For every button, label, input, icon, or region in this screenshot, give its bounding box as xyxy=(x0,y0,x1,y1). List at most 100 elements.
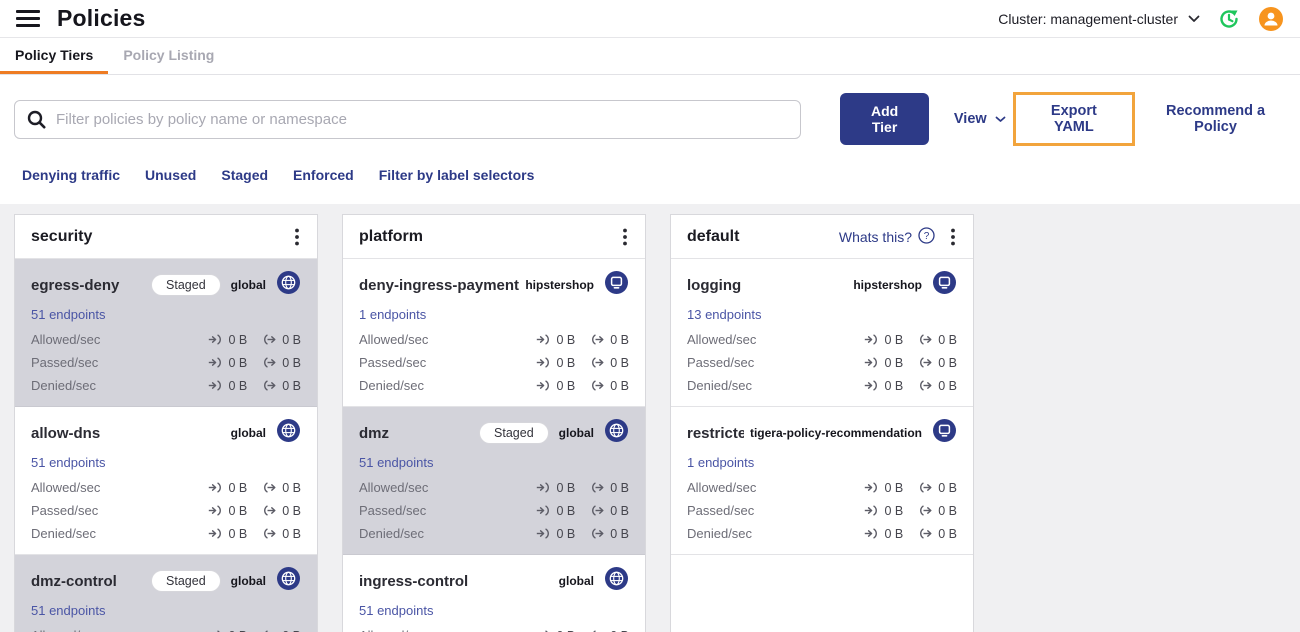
policy-meta: hipstershop xyxy=(853,270,957,300)
history-icon[interactable] xyxy=(1216,6,1242,32)
ingress-metric: 0 B xyxy=(864,481,903,495)
user-avatar[interactable] xyxy=(1258,6,1284,32)
metric-row: Passed/sec 0 B 0 B xyxy=(359,355,629,370)
tab-policy-tiers[interactable]: Policy Tiers xyxy=(0,38,109,74)
kebab-menu-icon[interactable] xyxy=(621,226,629,248)
metric-row: Passed/sec 0 B 0 B xyxy=(687,503,957,518)
metric-row: Passed/sec 0 B 0 B xyxy=(687,355,957,370)
staged-badge: Staged xyxy=(151,274,221,296)
metric-row: Denied/sec 0 B 0 B xyxy=(359,378,629,393)
policy-card[interactable]: deny-ingress-paymentservi… hipstershop 1 e… xyxy=(343,259,645,407)
ingress-metric: 0 B xyxy=(536,356,575,370)
recommend-policy-button[interactable]: Recommend a Policy xyxy=(1145,103,1286,135)
policy-card[interactable]: dmz Staged global 51 endpoints Allowed/sec 0 … xyxy=(343,407,645,555)
policy-name: logging xyxy=(687,276,742,294)
policy-meta: hipstershop xyxy=(525,270,629,300)
metric-label: Allowed/sec xyxy=(31,332,101,347)
endpoints-link[interactable]: 51 endpoints xyxy=(31,455,105,470)
policy-card[interactable]: ingress-control global 51 endpoints Allowed… xyxy=(343,555,645,632)
view-dropdown-button[interactable]: View xyxy=(954,111,1006,127)
egress-value: 0 B xyxy=(610,332,629,347)
export-yaml-button[interactable]: Export YAML xyxy=(1031,103,1117,135)
policy-name: dmz-control xyxy=(31,572,117,590)
egress-value: 0 B xyxy=(938,355,957,370)
policy-card[interactable]: allow-dns global 51 endpoints Allowed/sec 0 … xyxy=(15,407,317,555)
chevron-down-icon xyxy=(995,116,1006,122)
filter-enforced[interactable]: Enforced xyxy=(293,167,354,183)
ingress-value: 0 B xyxy=(884,378,904,393)
ingress-metric: 0 B xyxy=(536,504,575,518)
calico-icon xyxy=(276,566,301,596)
egress-value: 0 B xyxy=(282,526,301,541)
kebab-menu-icon[interactable] xyxy=(293,226,301,248)
tier-name: platform xyxy=(359,227,423,245)
metric-values: 0 B 0 B xyxy=(536,527,629,541)
tab-policy-listing[interactable]: Policy Listing xyxy=(108,38,229,74)
filter-denying-traffic[interactable]: Denying traffic xyxy=(22,167,120,183)
tier-name: default xyxy=(687,227,740,245)
ingress-metric: 0 B xyxy=(536,333,575,347)
egress-value: 0 B xyxy=(610,629,629,632)
policy-scope-label: global xyxy=(230,278,266,292)
endpoints-link[interactable]: 51 endpoints xyxy=(31,603,105,618)
ingress-metric: 0 B xyxy=(864,527,903,541)
tier-header-actions xyxy=(621,226,629,248)
filter-by-label-selectors[interactable]: Filter by label selectors xyxy=(379,167,535,183)
kebab-menu-icon[interactable] xyxy=(949,226,957,248)
policy-card[interactable]: restricted tigera-policy-recommendation 1 … xyxy=(671,407,973,555)
tier-help-link[interactable]: Whats this?? xyxy=(839,226,935,247)
ingress-value: 0 B xyxy=(228,629,247,632)
metric-label: Allowed/sec xyxy=(687,480,757,495)
ingress-value: 0 B xyxy=(556,503,576,518)
policy-name: dmz xyxy=(359,424,389,442)
metric-values: 0 B 0 B xyxy=(864,481,957,495)
endpoints-link[interactable]: 51 endpoints xyxy=(359,603,433,618)
policy-card[interactable]: dmz-control Staged global 51 endpoints Allow… xyxy=(15,555,317,632)
tier-column-platform: platform deny-ingress-paymentservi… hipste… xyxy=(342,214,646,632)
metric-row: Denied/sec 0 B 0 B xyxy=(359,526,629,541)
ingress-value: 0 B xyxy=(556,480,576,495)
ingress-metric: 0 B xyxy=(864,379,903,393)
policy-card[interactable]: logging hipstershop 13 endpoints Allowed/se… xyxy=(671,259,973,407)
policy-name: deny-ingress-paymentservi… xyxy=(359,276,520,294)
tier-column-default: default Whats this?? logging hipstershop 13 … xyxy=(670,214,974,632)
policy-search-box xyxy=(14,99,802,139)
ingress-value: 0 B xyxy=(556,378,576,393)
policy-meta: global xyxy=(559,566,629,596)
egress-value: 0 B xyxy=(282,332,301,347)
tier-name: security xyxy=(31,227,93,245)
policy-scope-label: global xyxy=(230,426,266,440)
cluster-selector[interactable]: Cluster: management-cluster xyxy=(998,11,1200,27)
endpoints-link[interactable]: 1 endpoints xyxy=(687,455,754,470)
egress-value: 0 B xyxy=(938,480,957,495)
metric-row: Passed/sec 0 B 0 B xyxy=(31,503,301,518)
metric-values: 0 B 0 B xyxy=(864,379,957,393)
policy-search-input[interactable] xyxy=(56,110,789,128)
endpoints-link[interactable]: 51 endpoints xyxy=(31,307,105,322)
metric-values: 0 B 0 B xyxy=(864,333,957,347)
policy-card-title-row: allow-dns global xyxy=(31,418,301,448)
metric-label: Denied/sec xyxy=(31,526,97,541)
menu-icon[interactable] xyxy=(16,10,40,27)
tab-bar: Policy Tiers Policy Listing xyxy=(0,38,1300,75)
add-tier-button[interactable]: Add Tier xyxy=(840,93,929,145)
policy-card[interactable]: egress-deny Staged global 51 endpoints Allow… xyxy=(15,259,317,407)
metric-values: 0 B 0 B xyxy=(208,504,301,518)
endpoints-link[interactable]: 1 endpoints xyxy=(359,307,426,322)
egress-metric: 0 B xyxy=(590,504,629,518)
export-yaml-highlight-box: Export YAML xyxy=(1012,92,1136,146)
endpoints-link[interactable]: 51 endpoints xyxy=(359,455,433,470)
metric-label: Allowed/sec xyxy=(359,332,429,347)
metric-row: Allowed/sec 0 B 0 B xyxy=(31,480,301,495)
app-header: Policies Cluster: management-cluster xyxy=(0,0,1300,38)
filter-staged[interactable]: Staged xyxy=(221,167,268,183)
endpoints-link[interactable]: 13 endpoints xyxy=(687,307,761,322)
egress-metric: 0 B xyxy=(262,481,301,495)
calico-icon xyxy=(276,418,301,448)
policy-card-title-row: logging hipstershop xyxy=(687,270,957,300)
metric-row: Passed/sec 0 B 0 B xyxy=(31,355,301,370)
search-icon xyxy=(27,110,46,129)
ingress-value: 0 B xyxy=(556,526,576,541)
filter-unused[interactable]: Unused xyxy=(145,167,196,183)
egress-metric: 0 B xyxy=(590,379,629,393)
